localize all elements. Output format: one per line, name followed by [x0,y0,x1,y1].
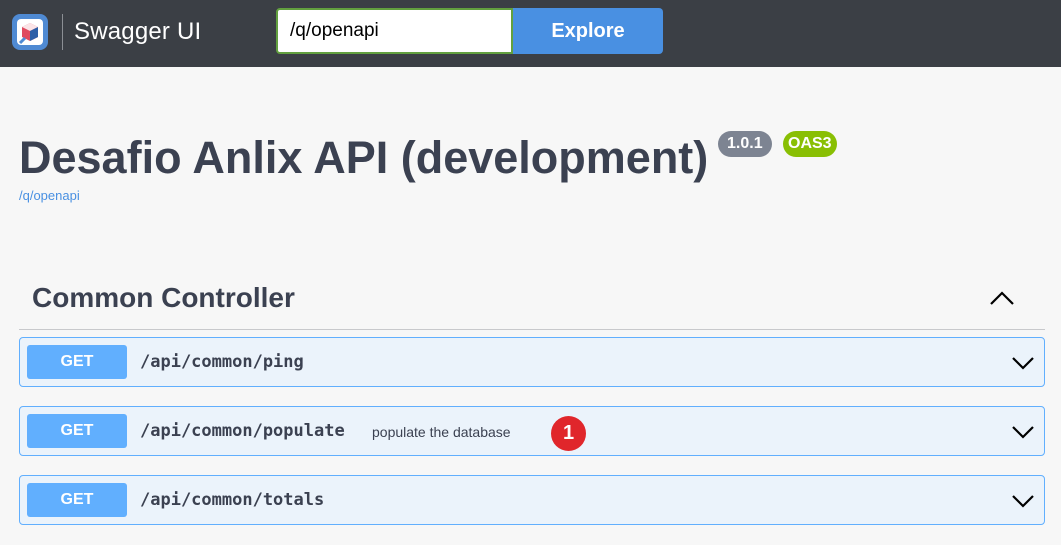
logo-divider [62,14,63,50]
method-badge: GET [27,345,127,379]
explore-button[interactable]: Explore [513,8,663,54]
annotation-number-badge: 1 [551,416,586,451]
version-badge: 1.0.1 [718,131,772,157]
chevron-down-icon[interactable] [1012,425,1034,439]
swagger-logo-icon[interactable] [11,13,49,51]
tag-section-header[interactable]: Common Controller [19,272,1045,330]
operation-row-totals[interactable]: GET /api/common/totals [19,475,1045,525]
chevron-down-icon[interactable] [1012,356,1034,370]
api-title: Desafio Anlix API (development) [19,132,709,183]
operation-path: /api/common/populate [140,421,345,441]
operation-summary: populate the database [372,424,511,440]
chevron-up-icon[interactable] [989,290,1015,306]
logo-text[interactable]: Swagger UI [74,18,201,46]
oas-badge: OAS3 [783,131,837,157]
operation-path: /api/common/totals [140,490,325,510]
topbar: Swagger UI Explore [0,0,1061,67]
operation-path: /api/common/ping [140,352,304,372]
chevron-down-icon[interactable] [1012,494,1034,508]
operation-row-ping[interactable]: GET /api/common/ping [19,337,1045,387]
operation-row-populate[interactable]: GET /api/common/populate populate the da… [19,406,1045,456]
tag-title: Common Controller [32,282,295,313]
method-badge: GET [27,414,127,448]
method-badge: GET [27,483,127,517]
spec-url-input[interactable] [276,8,513,54]
spec-link[interactable]: /q/openapi [19,188,80,203]
